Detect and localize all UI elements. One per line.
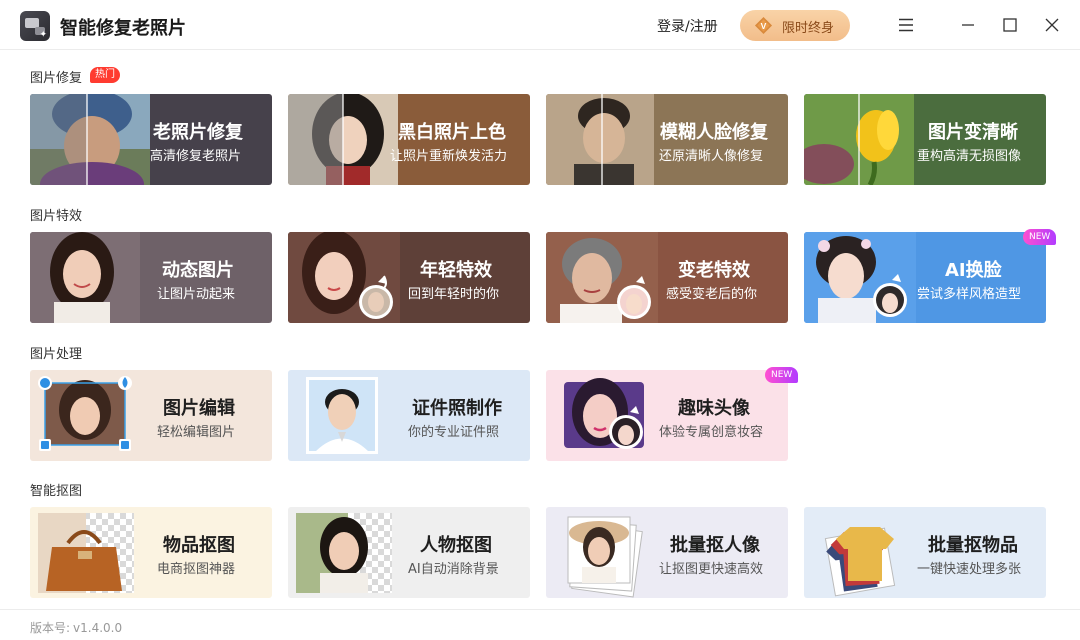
card-batch-portrait-cutout[interactable]: 批量抠人像 让抠图更快速高效: [546, 507, 788, 598]
vip-lifetime-button[interactable]: V 限时终身: [740, 10, 850, 41]
vip-badge-letter: V: [761, 21, 767, 31]
card-subtitle: 一键快速处理多张: [917, 562, 1022, 577]
card-title: 图片变清晰: [928, 122, 1018, 143]
card-subtitle: 回到年轻时的你: [408, 287, 500, 302]
card-batch-object-cutout[interactable]: 批量抠物品 一键快速处理多张: [804, 507, 1046, 598]
card-image-sharpen[interactable]: 图片变清晰 重构高清无损图像: [804, 94, 1046, 185]
stacked-portraits-image: [546, 507, 658, 598]
stacked-tshirts-image: [804, 507, 916, 598]
card-subtitle: 还原清晰人像修复: [659, 149, 764, 164]
footer-divider: [0, 609, 1080, 610]
card-subtitle: 尝试多样风格造型: [917, 287, 1022, 302]
card-title: 年轻特效: [420, 260, 492, 281]
photo-restore-logo-icon: ✦: [20, 11, 50, 41]
card-aging-effect[interactable]: 变老特效 感受变老后的你: [546, 232, 788, 323]
card-subtitle: 重构高清无损图像: [917, 149, 1022, 164]
new-badge: NEW: [765, 367, 799, 383]
version-info: 版本号: v1.4.0.0: [30, 619, 122, 636]
card-fun-avatar[interactable]: 趣味头像 体验专属创意妆容: [546, 370, 788, 461]
card-title: 模糊人脸修复: [660, 122, 768, 143]
hot-badge: 热门: [90, 67, 120, 83]
card-subtitle: 让图片动起来: [157, 287, 236, 302]
new-badge: NEW: [1023, 229, 1057, 245]
young-woman-image: [288, 232, 400, 323]
version-value: v1.4.0.0: [73, 621, 123, 635]
section-title-processing: 图片处理: [30, 347, 83, 362]
bw-woman-photo-image: [288, 94, 398, 185]
boy-portrait-image: [546, 94, 654, 185]
app-title: 智能修复老照片: [60, 18, 186, 39]
card-subtitle: 感受变老后的你: [666, 287, 758, 302]
image-edit-illustration: [30, 370, 140, 461]
card-title: 图片编辑: [163, 398, 235, 419]
card-old-photo-restore[interactable]: 老照片修复 高清修复老照片: [30, 94, 272, 185]
makeup-woman-image: [546, 370, 658, 461]
handbag-cutout-image: [30, 507, 142, 598]
minimize-icon[interactable]: [956, 13, 980, 37]
card-title: 批量抠人像: [670, 535, 760, 556]
vip-label: 限时终身: [782, 21, 835, 36]
card-title: AI换脸: [945, 260, 1002, 281]
card-title: 批量抠物品: [928, 535, 1018, 556]
old-woman-photo-image: [30, 94, 150, 185]
id-photo-man-image: [288, 370, 398, 461]
version-label: 版本号:: [30, 621, 71, 635]
section-title-restore: 图片修复: [30, 71, 83, 86]
card-young-effect[interactable]: 年轻特效 回到年轻时的你: [288, 232, 530, 323]
card-subtitle: 高清修复老照片: [150, 149, 242, 164]
card-subtitle: 让照片重新焕发活力: [390, 149, 508, 164]
card-id-photo[interactable]: 证件照制作 你的专业证件照: [288, 370, 530, 461]
yellow-tulip-image: [804, 94, 914, 185]
card-subtitle: AI自动消除背景: [408, 562, 499, 577]
card-title: 趣味头像: [678, 398, 750, 419]
card-title: 黑白照片上色: [398, 122, 506, 143]
card-bw-colorize[interactable]: 黑白照片上色 让照片重新焕发活力: [288, 94, 530, 185]
card-subtitle: 电商抠图神器: [157, 562, 236, 577]
smiling-woman-image: [30, 232, 140, 323]
card-subtitle: 你的专业证件照: [408, 425, 500, 440]
card-blurry-face-restore[interactable]: 模糊人脸修复 还原清晰人像修复: [546, 94, 788, 185]
card-image-edit[interactable]: 图片编辑 轻松编辑图片: [30, 370, 272, 461]
section-title-effects: 图片特效: [30, 209, 83, 224]
elderly-woman-image: [546, 232, 658, 323]
vip-diamond-icon: V: [754, 16, 773, 35]
close-icon[interactable]: [1040, 13, 1064, 37]
card-title: 证件照制作: [412, 398, 502, 419]
card-title: 变老特效: [678, 260, 750, 281]
person-cutout-image: [288, 507, 400, 598]
card-title: 动态图片: [162, 260, 234, 281]
card-ai-face-swap[interactable]: AI换脸 尝试多样风格造型: [804, 232, 1046, 323]
card-title: 人物抠图: [420, 535, 492, 556]
card-animated-image[interactable]: 动态图片 让图片动起来: [30, 232, 272, 323]
card-title: 物品抠图: [163, 535, 235, 556]
card-subtitle: 体验专属创意妆容: [659, 425, 764, 440]
section-title-cutout: 智能抠图: [30, 484, 83, 499]
maximize-icon[interactable]: [998, 13, 1022, 37]
card-title: 老照片修复: [153, 122, 243, 143]
login-register-link[interactable]: 登录/注册: [657, 16, 718, 36]
card-subtitle: 让抠图更快速高效: [659, 562, 764, 577]
card-person-cutout[interactable]: 人物抠图 AI自动消除背景: [288, 507, 530, 598]
card-object-cutout[interactable]: 物品抠图 电商抠图神器: [30, 507, 272, 598]
card-subtitle: 轻松编辑图片: [157, 425, 236, 440]
hanfu-woman-image: [804, 232, 916, 323]
hamburger-menu-icon[interactable]: [894, 13, 918, 37]
title-bar: ✦ 智能修复老照片 登录/注册 V 限时终身: [0, 0, 1080, 50]
